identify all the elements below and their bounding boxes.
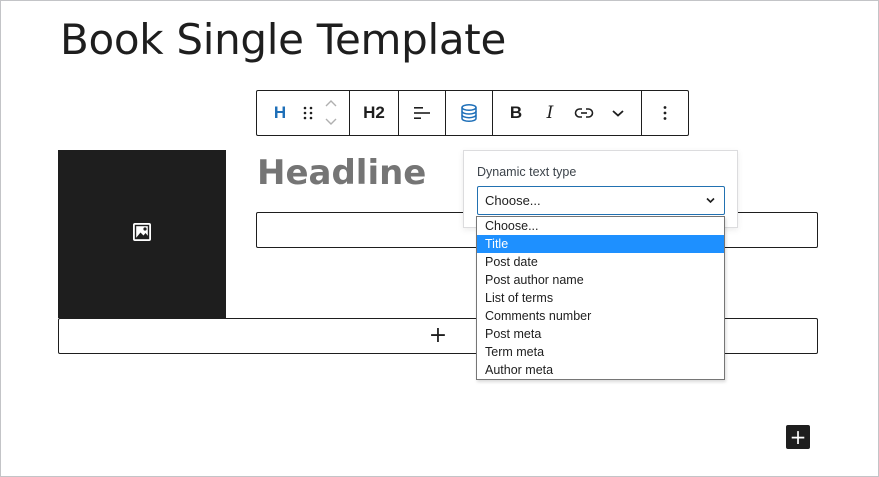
page-title[interactable]: Book Single Template [60,14,506,66]
bold-button[interactable]: B [499,91,533,135]
alignment-group [399,91,446,135]
chevron-down-icon[interactable] [601,91,635,135]
italic-button[interactable]: I [533,91,567,135]
dropdown-option[interactable]: Author meta [477,361,724,379]
dropdown-option[interactable]: List of terms [477,289,724,307]
block-movers [319,91,343,135]
options-group [642,91,688,135]
dropdown-option[interactable]: Choose... [477,217,724,235]
block-inserter-button[interactable]: + [786,425,810,449]
more-options-icon[interactable] [648,91,682,135]
drag-handle-icon[interactable] [297,105,319,121]
dropdown-option[interactable]: Post author name [477,271,724,289]
select-value: Choose... [485,193,541,208]
dropdown-option[interactable]: Post date [477,253,724,271]
dropdown-option[interactable]: Comments number [477,307,724,325]
move-up-icon[interactable] [324,95,338,113]
image-block[interactable] [58,150,226,318]
heading-level-button[interactable]: H2 [356,91,392,135]
dropdown-option[interactable]: Term meta [477,343,724,361]
headline-placeholder[interactable]: Headline [257,152,426,194]
align-left-icon[interactable] [405,91,439,135]
dynamic-text-options-list: Choose... Title Post date Post author name L… [476,216,725,380]
chevron-down-icon [705,194,716,209]
block-toolbar: H H2 B I [256,90,689,136]
dynamic-text-select[interactable]: Choose... [477,186,725,215]
dynamic-data-group [446,91,493,135]
move-down-icon[interactable] [324,113,338,131]
heading-block-button[interactable]: H [263,91,297,135]
block-switcher-group: H [257,91,350,135]
formatting-group: B I [493,91,642,135]
plus-icon: + [789,425,807,449]
dynamic-text-label: Dynamic text type [477,165,577,179]
database-icon[interactable] [452,91,486,135]
dropdown-option[interactable]: Post meta [477,325,724,343]
heading-level-group: H2 [350,91,399,135]
dropdown-option[interactable]: Title [477,235,724,253]
link-icon[interactable] [567,91,601,135]
image-icon [132,222,152,247]
plus-icon: + [428,323,448,348]
